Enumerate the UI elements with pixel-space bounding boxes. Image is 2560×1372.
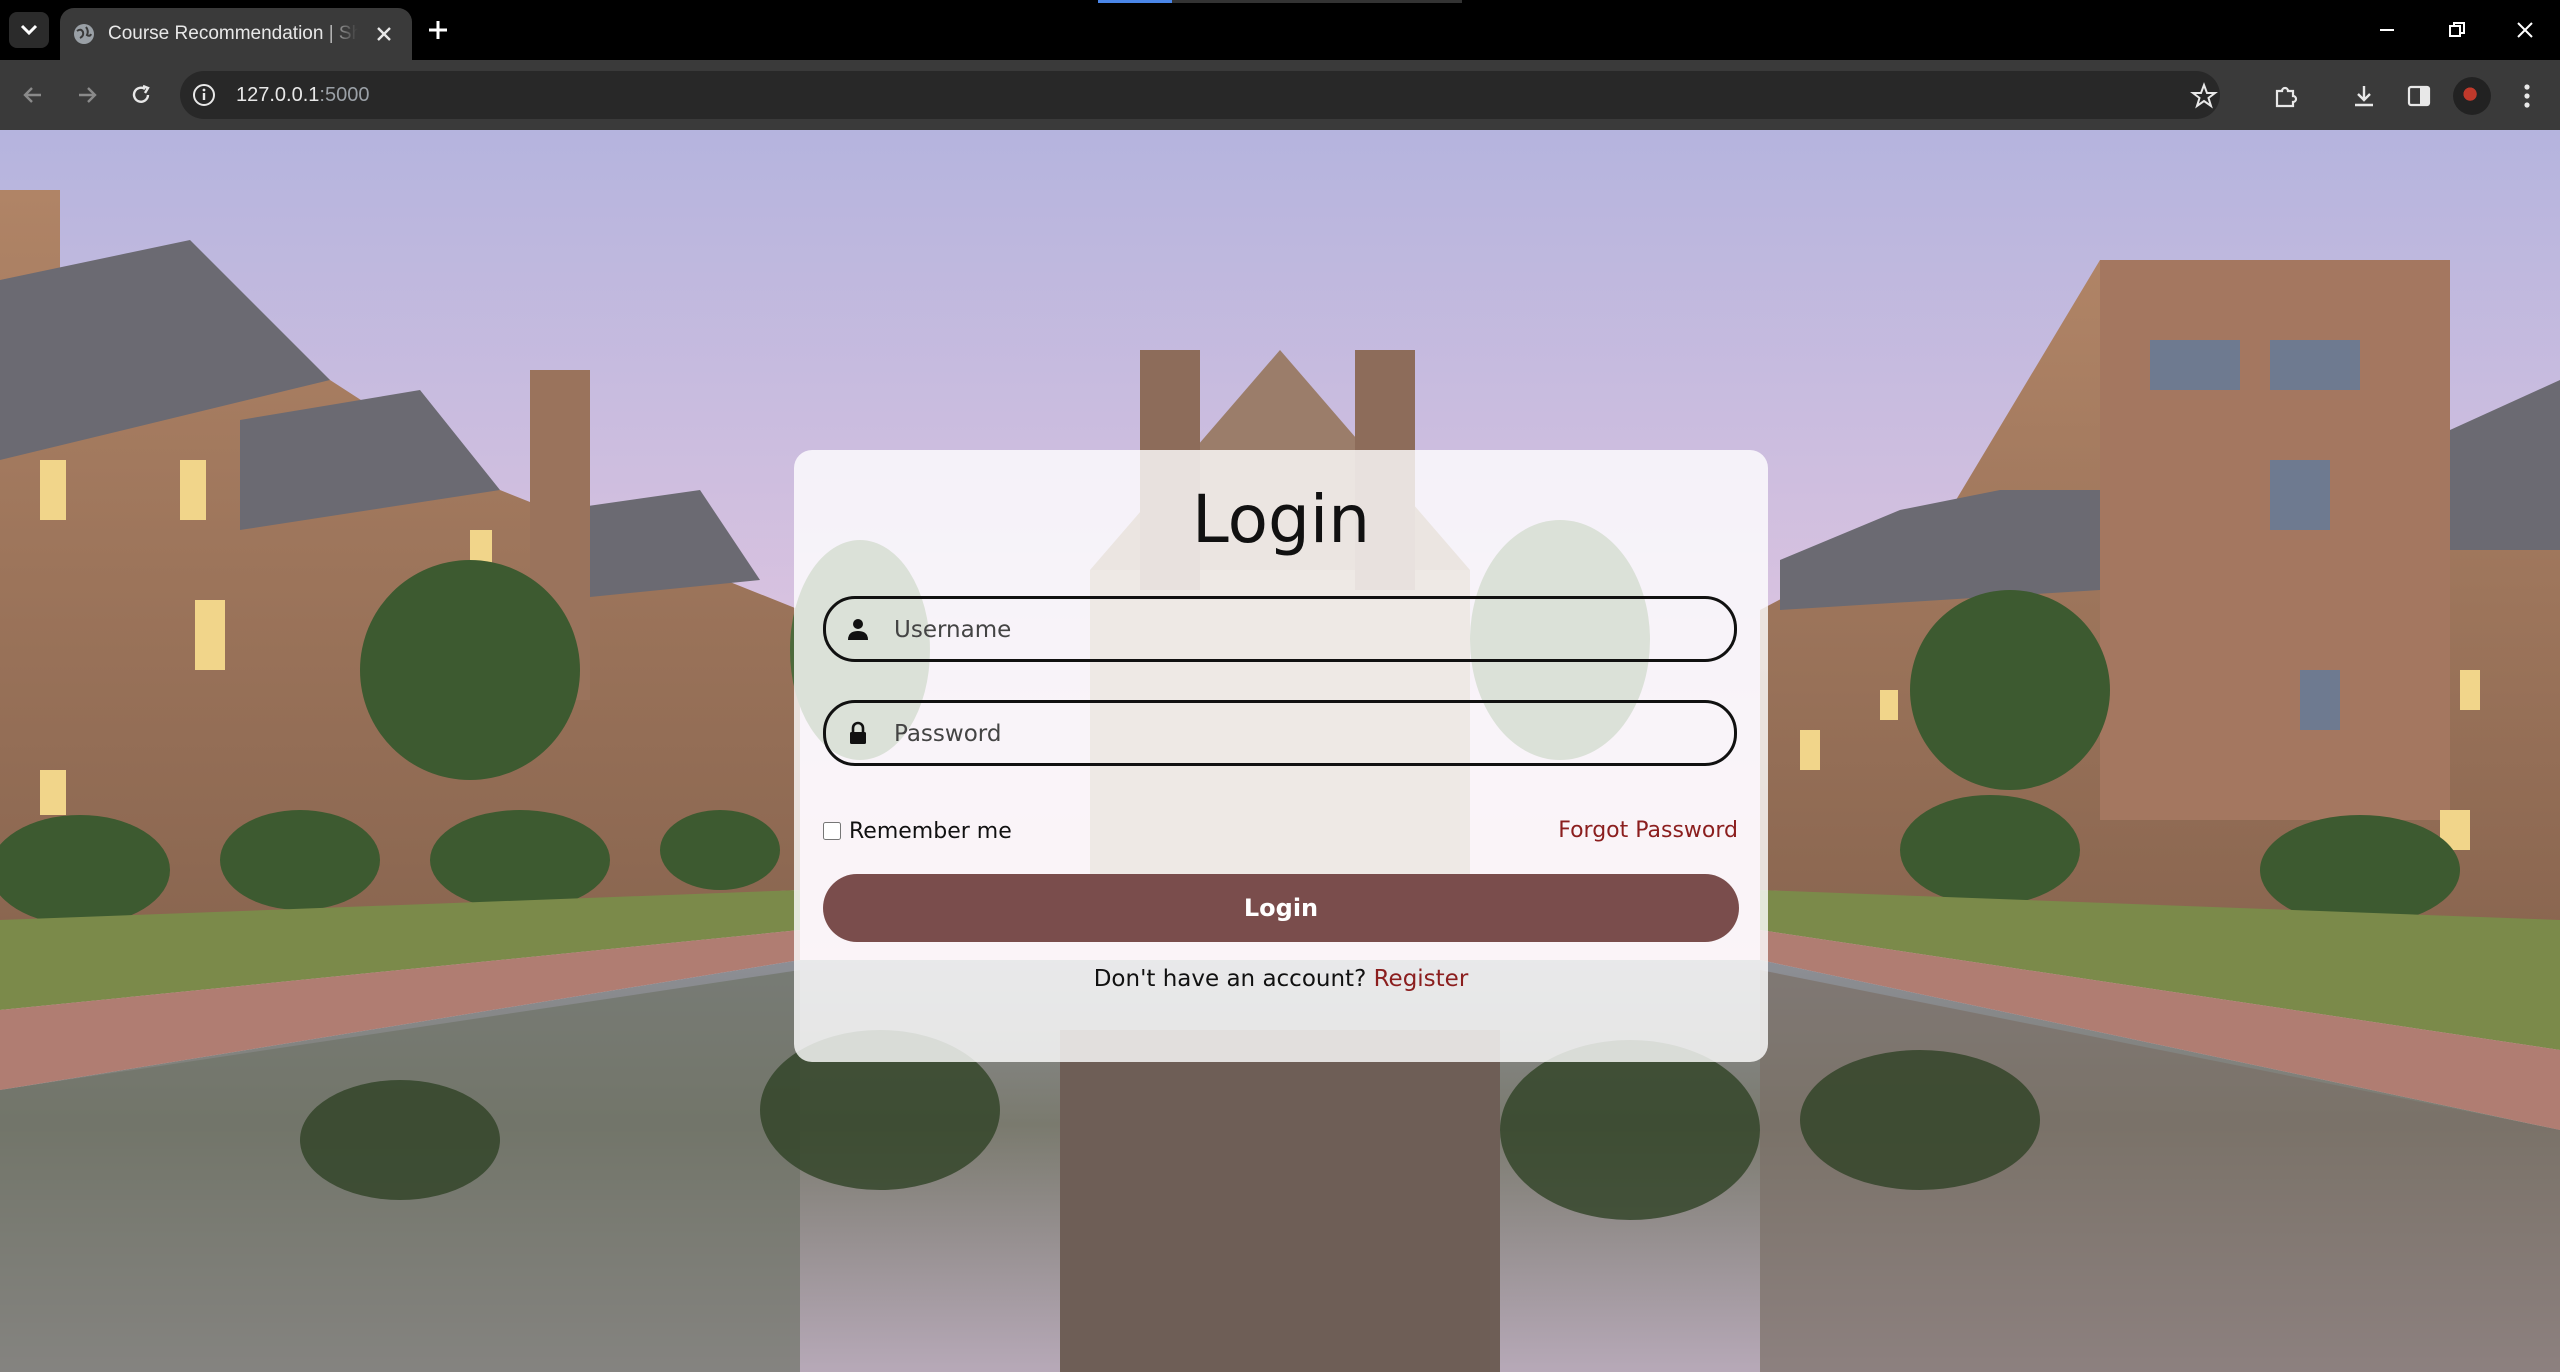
close-icon[interactable] xyxy=(372,22,396,46)
side-panel-icon xyxy=(2407,85,2431,107)
reload-icon xyxy=(132,84,150,103)
arrow-right-icon xyxy=(79,87,97,103)
back-button[interactable] xyxy=(16,78,50,112)
remember-me-label: Remember me xyxy=(849,818,1012,844)
profile-avatar[interactable] xyxy=(2453,77,2491,115)
chevron-down-icon xyxy=(20,24,38,36)
browser-tab-bar: Course Recommendation | Shreya xyxy=(0,0,2560,60)
restore-icon xyxy=(2449,22,2465,37)
downloads-button[interactable] xyxy=(2348,80,2380,112)
download-icon xyxy=(2355,86,2373,107)
forward-button[interactable] xyxy=(70,78,104,112)
lock-icon xyxy=(850,721,866,744)
username-input[interactable] xyxy=(892,609,1716,651)
info-icon[interactable] xyxy=(192,83,216,107)
globe-icon xyxy=(74,24,94,44)
browser-toolbar: 127.0.0.1:5000 xyxy=(0,60,2560,130)
login-title: Login xyxy=(1191,481,1371,558)
restore-button[interactable] xyxy=(2422,0,2492,60)
remember-me-checkbox[interactable] xyxy=(823,822,841,840)
close-icon xyxy=(2517,22,2533,38)
forgot-password-link[interactable]: Forgot Password xyxy=(1558,816,1738,846)
side-panel-button[interactable] xyxy=(2403,80,2435,112)
register-prompt: Don't have an account? Register xyxy=(794,964,1768,994)
more-vertical-icon xyxy=(2524,84,2530,108)
tab-strip-indicator xyxy=(1098,0,1172,3)
arrow-left-icon xyxy=(23,87,41,103)
url-text: 127.0.0.1:5000 xyxy=(236,83,369,107)
login-card: Login Remember me Forgot Password Login … xyxy=(794,450,1768,1062)
puzzle-icon xyxy=(2275,86,2298,108)
browser-menu-button[interactable] xyxy=(2511,80,2543,112)
remember-me[interactable]: Remember me xyxy=(823,816,1012,846)
register-link[interactable]: Register xyxy=(1374,966,1469,992)
password-input[interactable] xyxy=(892,713,1716,755)
password-field[interactable] xyxy=(823,700,1737,766)
close-window-button[interactable] xyxy=(2490,0,2560,60)
bookmark-star-icon[interactable] xyxy=(2190,82,2218,110)
minimize-icon xyxy=(2380,29,2394,31)
tab-strip-divider xyxy=(1172,0,1462,3)
tab-title: Course Recommendation | Shreya xyxy=(108,23,358,44)
url-port: :5000 xyxy=(319,84,370,106)
no-account-text: Don't have an account? xyxy=(1093,966,1367,992)
minimize-button[interactable] xyxy=(2352,0,2422,60)
tab-search-button[interactable] xyxy=(9,12,49,48)
new-tab-plus-icon[interactable] xyxy=(420,16,456,44)
url-host: 127.0.0.1 xyxy=(236,84,320,106)
page-viewport: Login Remember me Forgot Password Login … xyxy=(0,130,2560,1372)
browser-tab[interactable]: Course Recommendation | Shreya xyxy=(60,8,412,60)
username-field[interactable] xyxy=(823,596,1737,662)
reload-button[interactable] xyxy=(124,78,158,112)
user-icon xyxy=(848,619,868,640)
extensions-button[interactable] xyxy=(2270,80,2302,112)
login-button[interactable]: Login xyxy=(823,874,1739,942)
address-bar[interactable]: 127.0.0.1:5000 xyxy=(180,71,2220,119)
